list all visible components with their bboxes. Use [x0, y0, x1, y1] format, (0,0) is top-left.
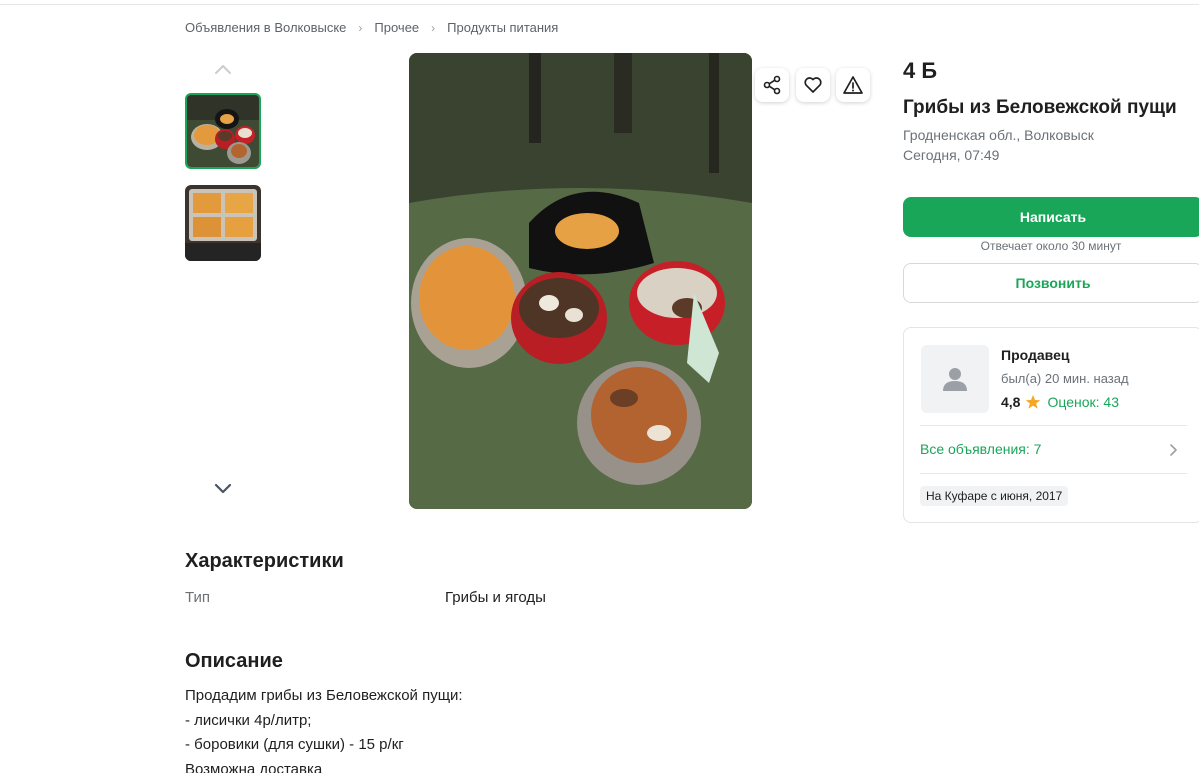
- description-line: - лисички 4р/литр;: [185, 711, 312, 729]
- star-icon: [1026, 395, 1041, 409]
- description-line: Возможна доставка: [185, 760, 323, 773]
- breadcrumb-item-food[interactable]: Продукты питания: [447, 20, 558, 35]
- user-icon: [943, 368, 967, 391]
- reviews-link[interactable]: Оценок: 43: [1047, 394, 1119, 410]
- breadcrumb-separator-icon: ›: [431, 20, 436, 35]
- share-button[interactable]: [755, 68, 789, 102]
- breadcrumb-item-ads[interactable]: Объявления в Волковыске: [185, 20, 346, 35]
- price: 4 Ƃ: [903, 58, 938, 83]
- divider: [920, 425, 1187, 426]
- characteristics-heading: Характеристики: [185, 550, 344, 572]
- description-text: Продадим грибы из Беловежской пущи: - ли…: [185, 684, 463, 773]
- avatar[interactable]: [921, 345, 989, 413]
- chevron-down-icon[interactable]: [213, 480, 233, 496]
- top-divider: [0, 4, 1199, 5]
- report-button[interactable]: [836, 68, 870, 102]
- breadcrumb-separator-icon: ›: [358, 20, 363, 35]
- seller-last-seen: был(а) 20 мин. назад: [1001, 371, 1129, 386]
- all-ads-link[interactable]: Все объявления: 7: [920, 441, 1041, 457]
- write-button[interactable]: Написать: [903, 197, 1199, 237]
- chevron-right-icon[interactable]: [1169, 443, 1179, 457]
- seller-label: Продавец: [1001, 347, 1070, 363]
- description-heading: Описание: [185, 650, 283, 672]
- spec-key-type: Тип: [185, 589, 211, 606]
- ad-date: Сегодня, 07:49: [903, 147, 1000, 163]
- ad-title: Грибы из Беловежской пущи: [903, 97, 1177, 118]
- member-since-badge: На Куфаре с июня, 2017: [920, 486, 1069, 506]
- seller-rating: 4,8 Оценок: 43: [1001, 394, 1119, 410]
- call-button[interactable]: Позвонить: [903, 263, 1199, 303]
- favorite-button[interactable]: [796, 68, 830, 102]
- breadcrumb: Объявления в Волковыске › Прочее › Проду…: [185, 20, 558, 35]
- divider: [920, 473, 1187, 474]
- gallery-thumbnail-2[interactable]: [185, 185, 261, 261]
- reply-time-note: Отвечает около 30 минут: [980, 239, 1122, 253]
- ad-location: Гродненская обл., Волковыск: [903, 127, 1094, 143]
- share-icon: [763, 75, 781, 95]
- description-line: - боровики (для сушки) - 15 р/кг: [185, 736, 404, 753]
- main-photo[interactable]: [409, 53, 752, 509]
- description-line: Продадим грибы из Беловежской пущи:: [185, 687, 463, 704]
- spec-value-type: Грибы и ягоды: [445, 589, 546, 606]
- seller-card: Продавец был(а) 20 мин. назад 4,8 Оценок…: [903, 327, 1199, 523]
- rating-value: 4,8: [1001, 394, 1021, 410]
- warning-icon: [843, 76, 863, 94]
- heart-icon: [804, 77, 822, 93]
- gallery-thumbnail-1[interactable]: [185, 93, 261, 169]
- chevron-up-icon[interactable]: [213, 62, 233, 78]
- breadcrumb-item-other[interactable]: Прочее: [374, 20, 419, 35]
